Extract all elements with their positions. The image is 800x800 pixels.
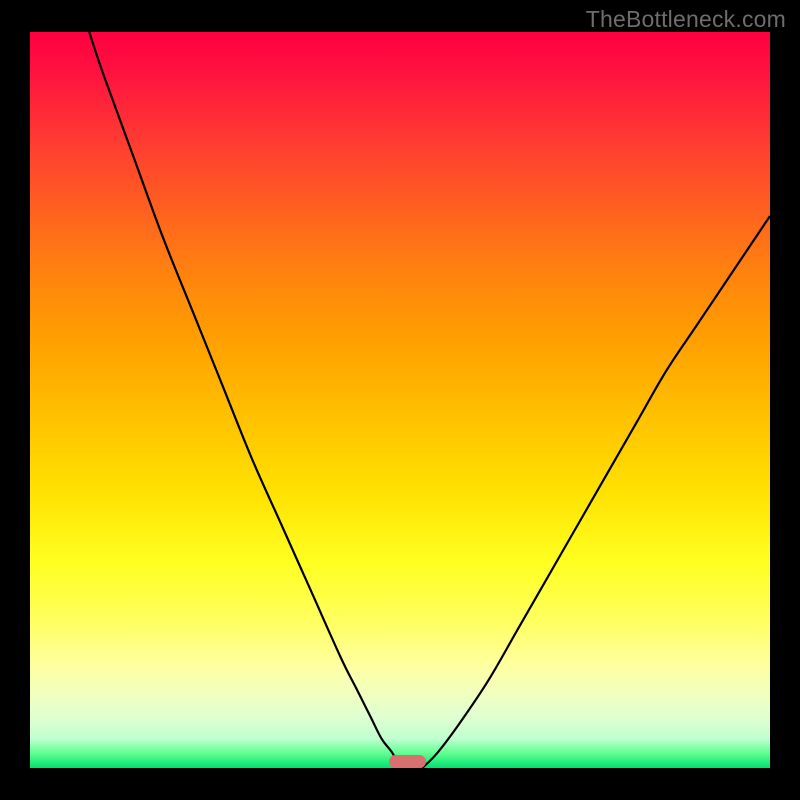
- optimal-marker: [389, 755, 426, 768]
- chart-plot-area: [30, 32, 770, 768]
- bottleneck-curve: [30, 32, 770, 768]
- watermark-text: TheBottleneck.com: [586, 6, 786, 33]
